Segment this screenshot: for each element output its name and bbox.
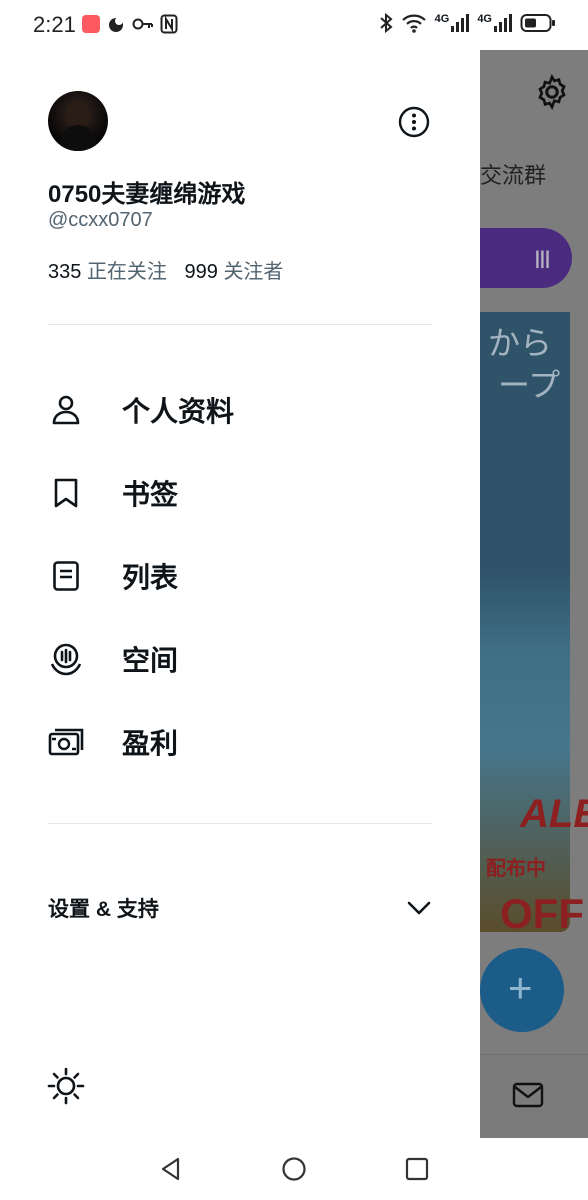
signal-icon: 4G	[435, 14, 470, 32]
plus-icon: +	[508, 964, 533, 1011]
profile-display-name[interactable]: 0750夫妻缠绵游戏	[48, 174, 245, 209]
signal-icon: 4G	[477, 14, 512, 32]
mail-icon[interactable]	[512, 1081, 544, 1109]
recents-icon[interactable]	[404, 1156, 430, 1182]
menu-item-label: 盈利	[122, 728, 179, 759]
list-icon	[48, 558, 84, 594]
settings-support-toggle[interactable]: 设置 & 支持	[48, 888, 432, 928]
bluetooth-icon	[379, 12, 393, 34]
home-icon[interactable]	[281, 1156, 307, 1182]
menu-item-lists[interactable]: 列表	[48, 546, 432, 606]
spaces-icon	[48, 641, 84, 677]
background-bottom-nav	[480, 1054, 588, 1138]
avatar[interactable]	[48, 91, 108, 151]
key-icon	[132, 18, 153, 30]
more-options-icon[interactable]	[398, 106, 430, 138]
profile-handle[interactable]: @ccxx0707	[48, 209, 153, 232]
followers-count: 999	[184, 261, 218, 283]
status-time: 2:21	[33, 12, 76, 37]
background-banner: から ープ ALE 配布中 OFF	[480, 312, 588, 937]
following-link[interactable]: 335 正在关注	[48, 261, 185, 283]
divider	[48, 324, 432, 325]
followers-link[interactable]: 999 关注者	[185, 261, 296, 283]
chevron-down-icon	[407, 901, 431, 915]
status-notification-icons	[82, 14, 178, 34]
menu-item-profile[interactable]: 个人资料	[48, 380, 432, 440]
settings-support-label: 设置 & 支持	[48, 898, 159, 921]
monetization-icon	[48, 724, 84, 760]
menu-item-spaces[interactable]: 空间	[48, 629, 432, 689]
menu-item-bookmarks[interactable]: 书签	[48, 463, 432, 523]
battery-icon	[520, 14, 555, 32]
menu-item-label: 个人资料	[122, 396, 235, 427]
status-bar: 2:21 4G 4G	[0, 0, 588, 50]
back-icon[interactable]	[158, 1156, 184, 1182]
app-icon	[109, 17, 123, 32]
follow-stats: 335 正在关注 999 关注者	[48, 255, 295, 284]
following-count: 335	[48, 261, 82, 283]
wifi-icon	[401, 14, 426, 33]
followers-label: 关注者	[223, 261, 284, 283]
brightness-icon[interactable]	[46, 1066, 86, 1106]
menu-item-monetization[interactable]: 盈利	[48, 712, 432, 772]
following-label: 正在关注	[86, 261, 167, 283]
background-app-overlay[interactable]: 交流群 ||| から ープ ALE 配布中 OFF +	[480, 50, 588, 1138]
menu-item-label: 书签	[122, 479, 179, 510]
divider	[48, 823, 432, 824]
nfc-icon	[160, 14, 178, 34]
background-purple-card: |||	[480, 228, 572, 288]
bookmark-icon	[48, 475, 84, 511]
app-notification-icon	[82, 15, 100, 33]
navigation-drawer: 0750夫妻缠绵游戏 @ccxx0707 335 正在关注 999 关注者 个人…	[0, 50, 480, 1138]
compose-fab-button[interactable]: +	[480, 948, 564, 1032]
background-group-text: 交流群	[480, 163, 547, 188]
person-icon	[48, 392, 84, 428]
system-navigation-bar	[0, 1138, 588, 1200]
menu-item-label: 列表	[122, 562, 179, 593]
status-system-icons: 4G 4G	[379, 12, 556, 34]
menu-item-label: 空间	[122, 645, 179, 676]
gear-icon	[538, 74, 566, 110]
